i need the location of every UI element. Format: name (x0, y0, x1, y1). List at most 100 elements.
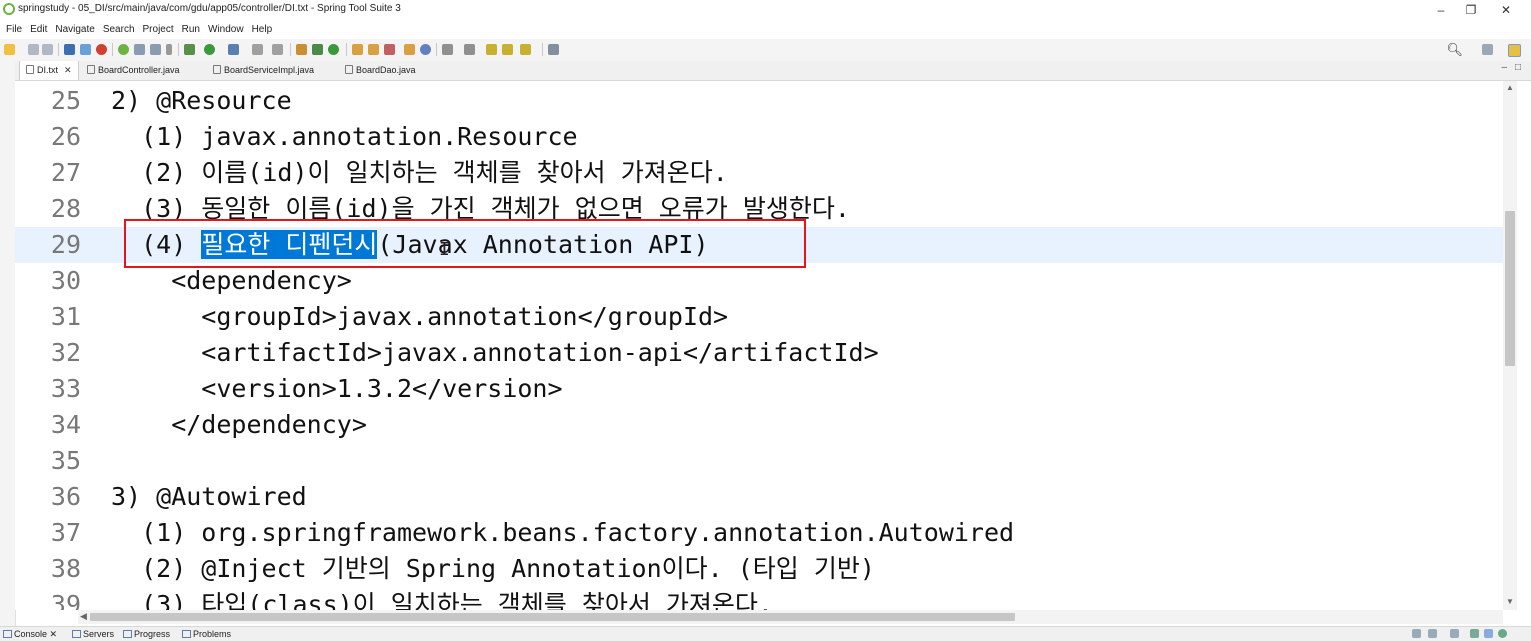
scroll-left-icon[interactable]: ◀ (80, 611, 87, 622)
pin-console-icon[interactable] (1412, 629, 1421, 638)
scroll-up-icon[interactable]: ▲ (1506, 83, 1514, 92)
previous-annotation-icon[interactable] (464, 44, 475, 55)
last-edit-icon[interactable] (486, 44, 497, 55)
layout-icon[interactable] (150, 44, 161, 55)
menu-navigate[interactable]: Navigate (51, 22, 98, 35)
stop-icon[interactable] (96, 44, 107, 55)
open-type-icon[interactable] (352, 44, 363, 55)
java-file-icon (345, 65, 353, 75)
editor-line: 32 <artifactId>javax.annotation-api</art… (15, 335, 1503, 371)
annotation-icon[interactable] (384, 44, 395, 55)
display-console-icon[interactable] (1428, 629, 1437, 638)
new-package-icon[interactable] (296, 44, 307, 55)
external-tools-icon[interactable] (252, 44, 263, 55)
text-cursor-icon: I (439, 239, 450, 260)
vertical-scrollbar[interactable]: ▲ ▼ (1503, 81, 1517, 610)
menu-run[interactable]: Run (178, 22, 204, 35)
editor-tab-bar: DI.txt ✕ BoardController.java BoardServic… (15, 61, 1531, 81)
toggle-icon[interactable] (80, 44, 91, 55)
globe-icon[interactable] (420, 44, 431, 55)
line-number: 39 (50, 590, 81, 610)
tab-board-dao[interactable]: BoardDao.java (345, 61, 416, 80)
text-file-icon (26, 65, 34, 75)
minimize-button[interactable]: – (1426, 2, 1456, 18)
maximize-button[interactable]: ❐ (1456, 2, 1486, 18)
menu-help[interactable]: Help (248, 22, 277, 35)
save-all-icon[interactable] (42, 44, 53, 55)
spring-perspective-icon[interactable] (1508, 44, 1521, 57)
editor-line: 36 3) @Autowired (15, 479, 1503, 515)
gear-icon[interactable] (1498, 629, 1507, 638)
line-number: 34 (50, 410, 81, 439)
debug-icon[interactable] (184, 44, 195, 55)
left-trim-bar (0, 61, 16, 631)
editor-line: 39 (3) 타입(class)이 일치하는 객체를 찾아서 가져온다. (15, 587, 1503, 610)
vertical-scroll-thumb[interactable] (1505, 211, 1515, 366)
line-number: 38 (50, 554, 81, 583)
perspective-icon[interactable] (1482, 44, 1493, 55)
line-number: 25 (50, 86, 81, 115)
console-settings-icon[interactable] (1470, 629, 1479, 638)
terminal-icon[interactable] (64, 44, 75, 55)
scroll-down-icon[interactable]: ▼ (1506, 597, 1514, 606)
back-icon[interactable] (502, 44, 513, 55)
problems-icon (182, 629, 191, 638)
horizontal-scrollbar[interactable]: ◀ (78, 610, 1503, 624)
tab-board-service-impl[interactable]: BoardServiceImpl.java (213, 61, 314, 80)
menu-project[interactable]: Project (139, 22, 178, 35)
server-icon[interactable] (272, 44, 283, 55)
menu-file[interactable]: File (0, 22, 26, 35)
search-icon[interactable]: 🔍︎ (1446, 42, 1463, 58)
tab-progress[interactable]: Progress (123, 629, 170, 639)
text-editor[interactable]: 25 2) @Resource 26 (1) javax.annotation.R… (15, 81, 1503, 610)
close-button[interactable]: ✕ (1491, 2, 1521, 18)
editor-line: 27 (2) 이름(id)이 일치하는 객체를 찾아서 가져온다. (15, 155, 1503, 191)
tab-label: Console (14, 629, 48, 639)
tab-label: BoardController.java (98, 65, 180, 75)
line-text: (3) 타입(class)이 일치하는 객체를 찾아서 가져온다. (111, 590, 773, 610)
paragraph-icon[interactable] (166, 44, 172, 55)
forward-icon[interactable] (520, 44, 531, 55)
pin-editor-icon[interactable] (548, 44, 559, 55)
next-annotation-icon[interactable] (442, 44, 453, 55)
open-task-icon[interactable] (368, 44, 379, 55)
save-icon[interactable] (28, 44, 39, 55)
line-number: 30 (50, 266, 81, 295)
line-text: (2) @Inject 기반의 Spring Annotation이다. (타입… (111, 554, 875, 583)
new-java-project-icon[interactable] (328, 44, 339, 55)
tab-console[interactable]: Console ✕ (3, 629, 57, 640)
open-console-icon[interactable] (1450, 629, 1459, 638)
highlight-annotation-box (124, 219, 806, 268)
maximize-editor-icon[interactable]: □ (1515, 62, 1521, 73)
editor-line: 31 <groupId>javax.annotation</groupId> (15, 299, 1503, 335)
run-icon[interactable] (204, 44, 215, 55)
line-text: 2) @Resource (111, 86, 292, 115)
tab-problems[interactable]: Problems (182, 629, 231, 639)
horizontal-scroll-thumb[interactable] (90, 613, 1015, 621)
coverage-icon[interactable] (228, 44, 239, 55)
close-tab-icon[interactable]: ✕ (50, 629, 58, 639)
spring-icon[interactable] (118, 44, 129, 55)
menu-edit[interactable]: Edit (26, 22, 51, 35)
spring-tool-suite-icon (3, 3, 15, 15)
tab-di-txt[interactable]: DI.txt ✕ (19, 61, 79, 80)
tab-label: DI.txt (37, 65, 59, 75)
progress-icon (123, 629, 132, 638)
servers-icon (72, 629, 81, 638)
new-icon[interactable] (4, 44, 15, 55)
editor-line: 30 <dependency> (15, 263, 1503, 299)
view-icon[interactable] (134, 44, 145, 55)
line-number: 26 (50, 122, 81, 151)
menu-search[interactable]: Search (99, 22, 139, 35)
line-text: </dependency> (111, 410, 367, 439)
close-tab-icon[interactable]: ✕ (64, 65, 72, 75)
new-class-icon[interactable] (312, 44, 323, 55)
tab-board-controller[interactable]: BoardController.java (87, 61, 180, 80)
tab-label: Progress (134, 629, 171, 639)
editor-line: 38 (2) @Inject 기반의 Spring Annotation이다. … (15, 551, 1503, 587)
tab-servers[interactable]: Servers (72, 629, 114, 639)
open-resource-icon[interactable] (404, 44, 415, 55)
console-view-icon[interactable] (1484, 629, 1493, 638)
minimize-editor-icon[interactable]: – (1501, 62, 1507, 73)
menu-window[interactable]: Window (204, 22, 248, 35)
